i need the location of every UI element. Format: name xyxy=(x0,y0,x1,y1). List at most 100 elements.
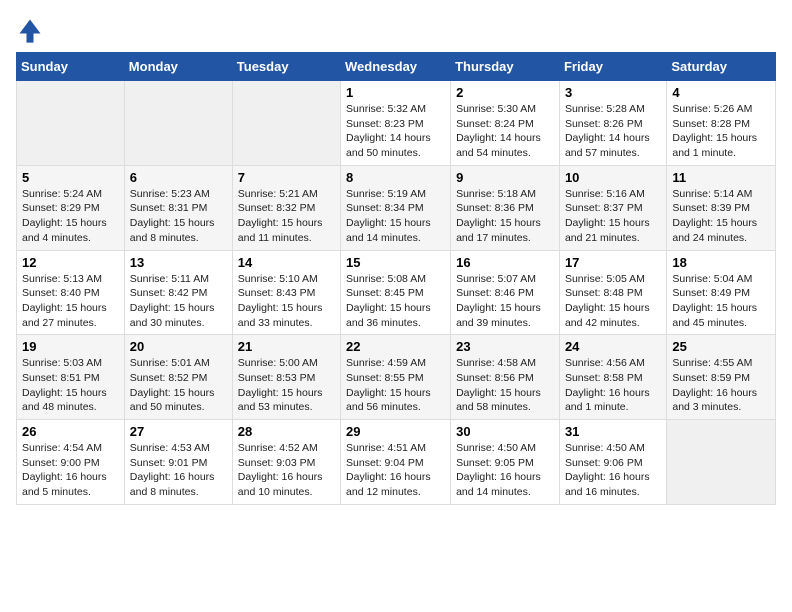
calendar-cell: 4 Sunrise: 5:26 AM Sunset: 8:28 PM Dayli… xyxy=(667,81,776,166)
calendar-table: SundayMondayTuesdayWednesdayThursdayFrid… xyxy=(16,52,776,505)
day-number: 13 xyxy=(130,255,227,270)
day-info: Sunrise: 4:55 AM Sunset: 8:59 PM Dayligh… xyxy=(672,356,770,415)
day-number: 22 xyxy=(346,339,445,354)
day-number: 11 xyxy=(672,170,770,185)
day-info: Sunrise: 5:11 AM Sunset: 8:42 PM Dayligh… xyxy=(130,272,227,331)
day-info: Sunrise: 4:54 AM Sunset: 9:00 PM Dayligh… xyxy=(22,441,119,500)
day-number: 4 xyxy=(672,85,770,100)
calendar-cell xyxy=(667,420,776,505)
day-info: Sunrise: 5:21 AM Sunset: 8:32 PM Dayligh… xyxy=(238,187,335,246)
day-info: Sunrise: 4:52 AM Sunset: 9:03 PM Dayligh… xyxy=(238,441,335,500)
calendar-cell: 19 Sunrise: 5:03 AM Sunset: 8:51 PM Dayl… xyxy=(17,335,125,420)
day-number: 20 xyxy=(130,339,227,354)
calendar-cell: 20 Sunrise: 5:01 AM Sunset: 8:52 PM Dayl… xyxy=(124,335,232,420)
day-info: Sunrise: 5:26 AM Sunset: 8:28 PM Dayligh… xyxy=(672,102,770,161)
logo xyxy=(16,16,46,44)
calendar-cell: 16 Sunrise: 5:07 AM Sunset: 8:46 PM Dayl… xyxy=(451,250,560,335)
day-number: 30 xyxy=(456,424,554,439)
header xyxy=(16,16,776,44)
day-number: 7 xyxy=(238,170,335,185)
day-of-week-header: Tuesday xyxy=(232,53,340,81)
day-number: 12 xyxy=(22,255,119,270)
day-number: 21 xyxy=(238,339,335,354)
day-info: Sunrise: 5:32 AM Sunset: 8:23 PM Dayligh… xyxy=(346,102,445,161)
day-info: Sunrise: 5:16 AM Sunset: 8:37 PM Dayligh… xyxy=(565,187,661,246)
calendar-cell: 2 Sunrise: 5:30 AM Sunset: 8:24 PM Dayli… xyxy=(451,81,560,166)
calendar-cell: 23 Sunrise: 4:58 AM Sunset: 8:56 PM Dayl… xyxy=(451,335,560,420)
day-number: 8 xyxy=(346,170,445,185)
day-number: 27 xyxy=(130,424,227,439)
day-info: Sunrise: 5:28 AM Sunset: 8:26 PM Dayligh… xyxy=(565,102,661,161)
day-info: Sunrise: 5:07 AM Sunset: 8:46 PM Dayligh… xyxy=(456,272,554,331)
day-info: Sunrise: 5:00 AM Sunset: 8:53 PM Dayligh… xyxy=(238,356,335,415)
day-of-week-header: Sunday xyxy=(17,53,125,81)
day-info: Sunrise: 4:51 AM Sunset: 9:04 PM Dayligh… xyxy=(346,441,445,500)
day-number: 31 xyxy=(565,424,661,439)
logo-icon xyxy=(16,16,44,44)
calendar-cell: 3 Sunrise: 5:28 AM Sunset: 8:26 PM Dayli… xyxy=(559,81,666,166)
day-number: 2 xyxy=(456,85,554,100)
calendar-cell: 7 Sunrise: 5:21 AM Sunset: 8:32 PM Dayli… xyxy=(232,165,340,250)
day-number: 17 xyxy=(565,255,661,270)
calendar-week-row: 19 Sunrise: 5:03 AM Sunset: 8:51 PM Dayl… xyxy=(17,335,776,420)
calendar-week-row: 12 Sunrise: 5:13 AM Sunset: 8:40 PM Dayl… xyxy=(17,250,776,335)
day-info: Sunrise: 4:50 AM Sunset: 9:05 PM Dayligh… xyxy=(456,441,554,500)
day-info: Sunrise: 5:30 AM Sunset: 8:24 PM Dayligh… xyxy=(456,102,554,161)
calendar-cell: 8 Sunrise: 5:19 AM Sunset: 8:34 PM Dayli… xyxy=(341,165,451,250)
calendar-week-row: 26 Sunrise: 4:54 AM Sunset: 9:00 PM Dayl… xyxy=(17,420,776,505)
calendar-cell: 21 Sunrise: 5:00 AM Sunset: 8:53 PM Dayl… xyxy=(232,335,340,420)
calendar-week-row: 1 Sunrise: 5:32 AM Sunset: 8:23 PM Dayli… xyxy=(17,81,776,166)
calendar-cell: 1 Sunrise: 5:32 AM Sunset: 8:23 PM Dayli… xyxy=(341,81,451,166)
calendar-cell: 10 Sunrise: 5:16 AM Sunset: 8:37 PM Dayl… xyxy=(559,165,666,250)
calendar-cell: 9 Sunrise: 5:18 AM Sunset: 8:36 PM Dayli… xyxy=(451,165,560,250)
day-info: Sunrise: 5:03 AM Sunset: 8:51 PM Dayligh… xyxy=(22,356,119,415)
day-info: Sunrise: 4:53 AM Sunset: 9:01 PM Dayligh… xyxy=(130,441,227,500)
calendar-cell: 5 Sunrise: 5:24 AM Sunset: 8:29 PM Dayli… xyxy=(17,165,125,250)
day-info: Sunrise: 5:19 AM Sunset: 8:34 PM Dayligh… xyxy=(346,187,445,246)
day-number: 26 xyxy=(22,424,119,439)
day-of-week-header: Wednesday xyxy=(341,53,451,81)
calendar-cell: 14 Sunrise: 5:10 AM Sunset: 8:43 PM Dayl… xyxy=(232,250,340,335)
calendar-cell: 18 Sunrise: 5:04 AM Sunset: 8:49 PM Dayl… xyxy=(667,250,776,335)
day-number: 6 xyxy=(130,170,227,185)
calendar-cell: 28 Sunrise: 4:52 AM Sunset: 9:03 PM Dayl… xyxy=(232,420,340,505)
day-number: 29 xyxy=(346,424,445,439)
day-number: 23 xyxy=(456,339,554,354)
day-number: 18 xyxy=(672,255,770,270)
calendar-cell: 15 Sunrise: 5:08 AM Sunset: 8:45 PM Dayl… xyxy=(341,250,451,335)
calendar-cell: 22 Sunrise: 4:59 AM Sunset: 8:55 PM Dayl… xyxy=(341,335,451,420)
day-info: Sunrise: 5:01 AM Sunset: 8:52 PM Dayligh… xyxy=(130,356,227,415)
day-number: 16 xyxy=(456,255,554,270)
day-of-week-header: Friday xyxy=(559,53,666,81)
day-number: 15 xyxy=(346,255,445,270)
calendar-week-row: 5 Sunrise: 5:24 AM Sunset: 8:29 PM Dayli… xyxy=(17,165,776,250)
day-info: Sunrise: 4:56 AM Sunset: 8:58 PM Dayligh… xyxy=(565,356,661,415)
calendar-cell: 31 Sunrise: 4:50 AM Sunset: 9:06 PM Dayl… xyxy=(559,420,666,505)
day-number: 9 xyxy=(456,170,554,185)
day-number: 3 xyxy=(565,85,661,100)
day-info: Sunrise: 5:05 AM Sunset: 8:48 PM Dayligh… xyxy=(565,272,661,331)
calendar-cell: 17 Sunrise: 5:05 AM Sunset: 8:48 PM Dayl… xyxy=(559,250,666,335)
day-info: Sunrise: 5:18 AM Sunset: 8:36 PM Dayligh… xyxy=(456,187,554,246)
day-of-week-header: Monday xyxy=(124,53,232,81)
calendar-cell: 11 Sunrise: 5:14 AM Sunset: 8:39 PM Dayl… xyxy=(667,165,776,250)
day-number: 19 xyxy=(22,339,119,354)
calendar-header-row: SundayMondayTuesdayWednesdayThursdayFrid… xyxy=(17,53,776,81)
day-info: Sunrise: 5:23 AM Sunset: 8:31 PM Dayligh… xyxy=(130,187,227,246)
day-info: Sunrise: 5:14 AM Sunset: 8:39 PM Dayligh… xyxy=(672,187,770,246)
day-info: Sunrise: 4:59 AM Sunset: 8:55 PM Dayligh… xyxy=(346,356,445,415)
day-number: 1 xyxy=(346,85,445,100)
day-number: 28 xyxy=(238,424,335,439)
calendar-cell xyxy=(232,81,340,166)
day-info: Sunrise: 5:04 AM Sunset: 8:49 PM Dayligh… xyxy=(672,272,770,331)
calendar-cell: 12 Sunrise: 5:13 AM Sunset: 8:40 PM Dayl… xyxy=(17,250,125,335)
calendar-cell xyxy=(17,81,125,166)
day-info: Sunrise: 5:24 AM Sunset: 8:29 PM Dayligh… xyxy=(22,187,119,246)
calendar-cell: 24 Sunrise: 4:56 AM Sunset: 8:58 PM Dayl… xyxy=(559,335,666,420)
calendar-cell: 26 Sunrise: 4:54 AM Sunset: 9:00 PM Dayl… xyxy=(17,420,125,505)
calendar-cell: 13 Sunrise: 5:11 AM Sunset: 8:42 PM Dayl… xyxy=(124,250,232,335)
day-number: 24 xyxy=(565,339,661,354)
calendar-cell: 6 Sunrise: 5:23 AM Sunset: 8:31 PM Dayli… xyxy=(124,165,232,250)
day-number: 5 xyxy=(22,170,119,185)
day-info: Sunrise: 4:50 AM Sunset: 9:06 PM Dayligh… xyxy=(565,441,661,500)
